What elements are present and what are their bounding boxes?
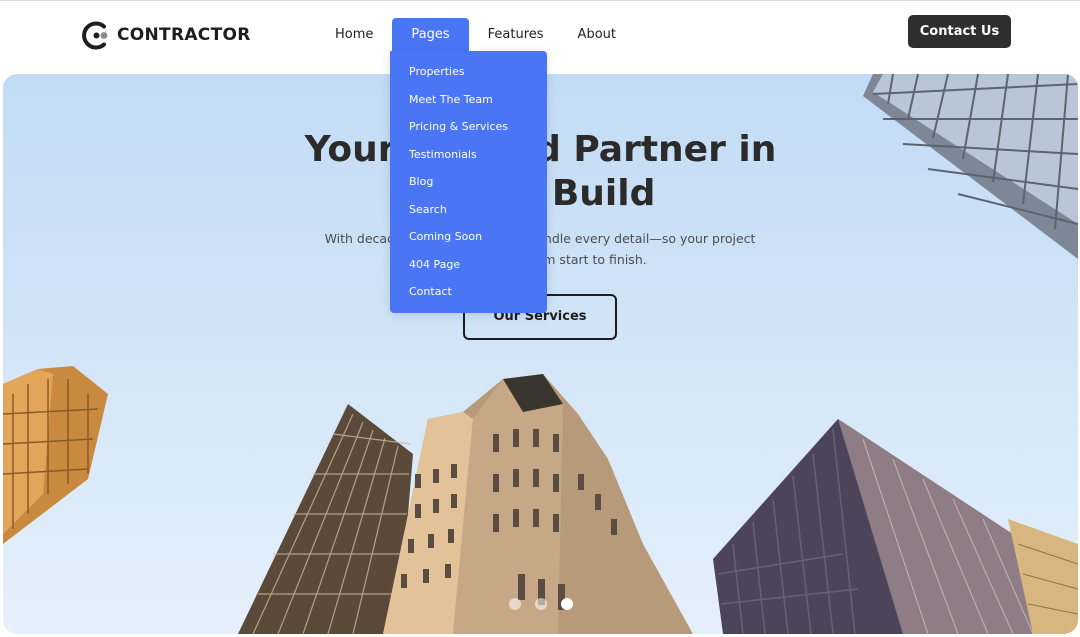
contact-us-button[interactable]: Contact Us (908, 15, 1011, 48)
dropdown-item-search[interactable]: Search (390, 200, 547, 228)
main-nav: Home Pages Features About (318, 18, 633, 51)
dropdown-item-coming-soon[interactable]: Coming Soon (390, 227, 547, 255)
dropdown-item-blog[interactable]: Blog (390, 172, 547, 200)
pages-dropdown-menu: Properties Meet The Team Pricing & Servi… (390, 51, 547, 313)
dropdown-item-properties[interactable]: Properties (390, 62, 547, 90)
slider-dots (509, 598, 587, 610)
slider-dot-2[interactable] (535, 598, 547, 610)
nav-home[interactable]: Home (318, 18, 390, 51)
logo-text: CONTRACTOR (117, 25, 251, 45)
nav-pages[interactable]: Pages (392, 18, 469, 51)
dropdown-item-404-page[interactable]: 404 Page (390, 255, 547, 283)
dropdown-item-testimonials[interactable]: Testimonials (390, 145, 547, 173)
dropdown-item-contact[interactable]: Contact (390, 282, 547, 310)
nav-about[interactable]: About (561, 18, 633, 51)
slider-dot-1[interactable] (509, 598, 521, 610)
dropdown-item-meet-the-team[interactable]: Meet The Team (390, 90, 547, 118)
logo[interactable]: CONTRACTOR (82, 20, 251, 50)
contractor-logo-icon (82, 21, 108, 49)
slider-dot-3[interactable] (561, 598, 573, 610)
nav-features[interactable]: Features (471, 18, 561, 51)
dropdown-item-pricing-services[interactable]: Pricing & Services (390, 117, 547, 145)
